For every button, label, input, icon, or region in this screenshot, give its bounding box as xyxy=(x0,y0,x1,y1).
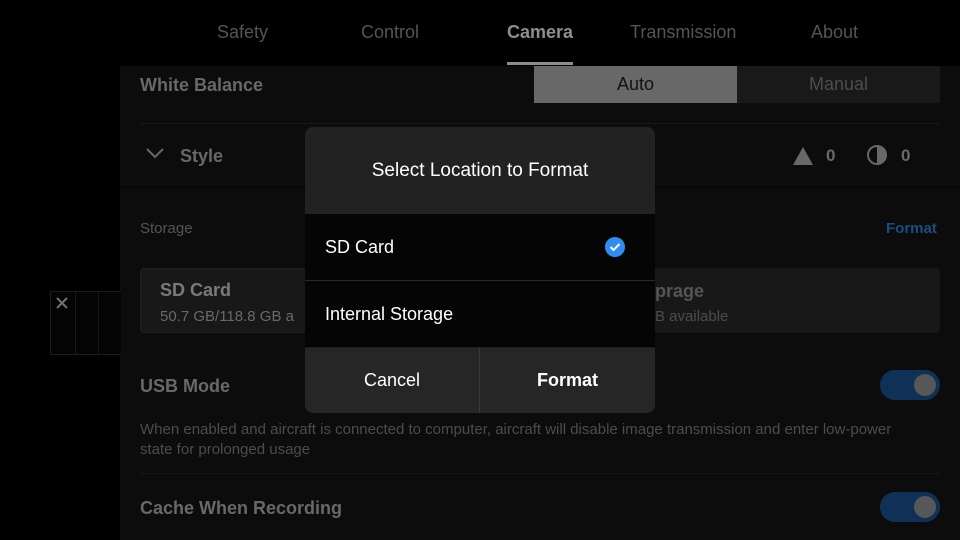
dialog-title: Select Location to Format xyxy=(305,127,655,214)
format-location-dialog: Select Location to Format SD Card Intern… xyxy=(305,127,655,413)
dialog-option-label: Internal Storage xyxy=(325,303,454,324)
dialog-option-label: SD Card xyxy=(325,236,395,257)
format-button[interactable]: Format xyxy=(480,348,655,413)
dialog-option-sd-card[interactable]: SD Card xyxy=(305,214,655,280)
checkmark-icon xyxy=(605,237,625,257)
dialog-option-internal-storage[interactable]: Internal Storage xyxy=(305,281,655,347)
cancel-button[interactable]: Cancel xyxy=(305,348,479,413)
